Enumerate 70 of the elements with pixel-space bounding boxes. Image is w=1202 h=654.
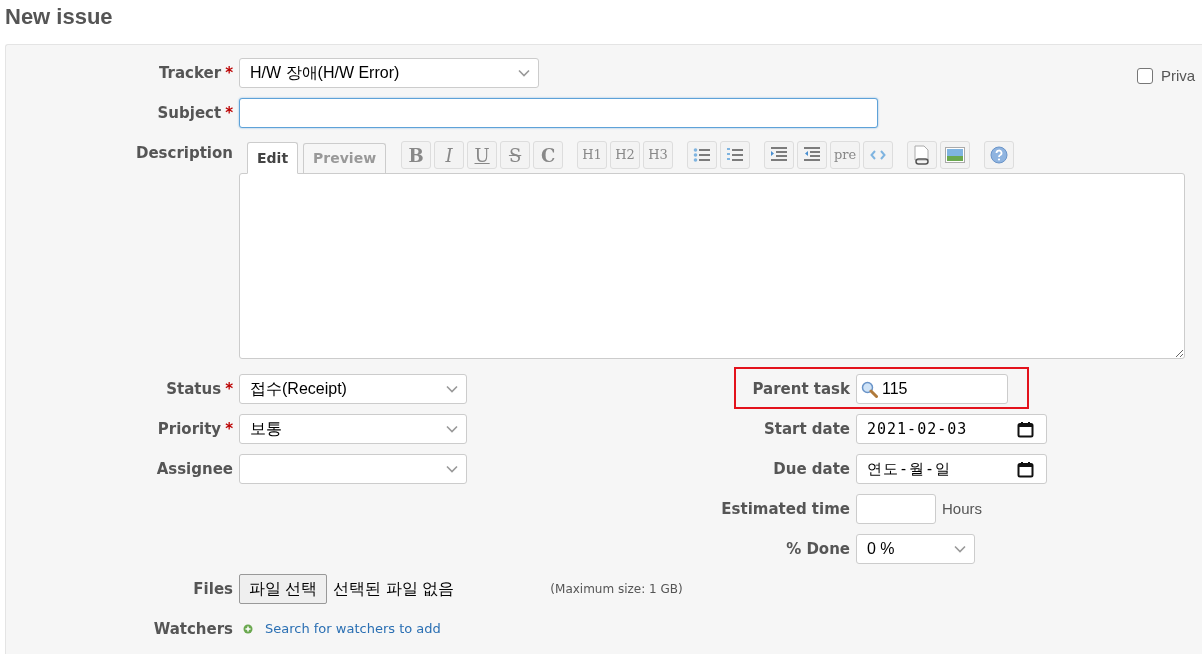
toolbar-button[interactable]: U: [467, 141, 498, 169]
toolbar-button[interactable]: [764, 141, 795, 169]
toolbar-button[interactable]: S: [500, 141, 531, 169]
field-label: % Done: [785, 539, 851, 560]
hours-input[interactable]: [856, 494, 936, 524]
add-icon: [243, 624, 253, 634]
required-mark: *: [225, 380, 233, 398]
dropdown[interactable]: 보통: [239, 414, 467, 444]
file-status: 선택된 파일 없음: [333, 579, 455, 599]
calendar-icon[interactable]: [1017, 460, 1034, 478]
field-label: Parent task: [751, 379, 851, 400]
toolbar-button[interactable]: H1: [577, 141, 608, 169]
field-label: Start date: [762, 419, 851, 440]
magnifier-icon: [861, 380, 878, 398]
subject-input[interactable]: [239, 98, 878, 128]
image-icon: [945, 147, 966, 163]
toolbar-button[interactable]: H3: [643, 141, 674, 169]
field-label: Status *: [165, 379, 234, 400]
field-label: Priority *: [156, 419, 234, 440]
required-mark: *: [225, 420, 233, 438]
field-label: Tracker *: [158, 63, 234, 84]
unit-label: Hours: [942, 498, 982, 519]
toolbar-button[interactable]: I: [434, 141, 465, 169]
chevron-down-icon: [446, 465, 458, 473]
help-icon: [990, 146, 1009, 164]
toolbar-button[interactable]: [907, 141, 938, 169]
date-input[interactable]: 연도-월-일: [856, 454, 1047, 484]
search-input[interactable]: 115: [856, 374, 1008, 404]
field-label: Watchers: [152, 619, 234, 640]
code-icon: [870, 149, 887, 161]
size-note: (Maximum size: 1 GB): [550, 581, 683, 598]
chevron-down-icon: [446, 385, 458, 393]
toolbar-button[interactable]: C: [533, 141, 564, 169]
toolbar-button[interactable]: [797, 141, 828, 169]
chevron-down-icon: [446, 425, 458, 433]
link-icon: [913, 145, 932, 165]
outdent-icon: [803, 147, 822, 163]
dropdown[interactable]: 접수(Receipt): [239, 374, 467, 404]
toolbar-button[interactable]: [940, 141, 971, 169]
required-mark: *: [225, 64, 233, 82]
bullet-list-icon: [693, 147, 712, 163]
checkbox-label: Priva: [1161, 66, 1196, 86]
editor-tab[interactable]: Preview: [303, 143, 387, 173]
checkbox[interactable]: [1137, 68, 1153, 85]
editor-tab[interactable]: Edit: [247, 142, 299, 174]
calendar-icon[interactable]: [1017, 420, 1034, 438]
field-label: Assignee: [155, 459, 234, 480]
field-label: Subject *: [156, 103, 234, 124]
field-label: Due date: [772, 459, 851, 480]
toolbar-button[interactable]: B: [401, 141, 432, 169]
toolbar-button[interactable]: [984, 141, 1015, 169]
toolbar-button[interactable]: [687, 141, 718, 169]
chevron-down-icon: [518, 69, 530, 77]
toolbar-button[interactable]: [720, 141, 751, 169]
indent-icon: [770, 147, 789, 163]
toolbar-button[interactable]: [863, 141, 894, 169]
file-choose-button[interactable]: 파일 선택: [239, 574, 328, 604]
date-input[interactable]: 2021-02-03: [856, 414, 1047, 444]
field-label: Files: [192, 579, 234, 600]
field-label: Description: [134, 143, 234, 164]
dropdown[interactable]: 0 %: [856, 534, 975, 564]
required-mark: *: [225, 104, 233, 122]
tracker-select[interactable]: H/W 장애(H/W Error): [239, 58, 539, 88]
chevron-down-icon: [954, 545, 966, 553]
page-title: New issue: [5, 3, 113, 31]
toolbar-button[interactable]: H2: [610, 141, 641, 169]
toolbar-button[interactable]: pre: [830, 141, 861, 169]
field-label: Estimated time: [720, 499, 851, 520]
watchers-link[interactable]: Search for watchers to add: [265, 619, 441, 639]
numbered-list-icon: [726, 147, 745, 163]
